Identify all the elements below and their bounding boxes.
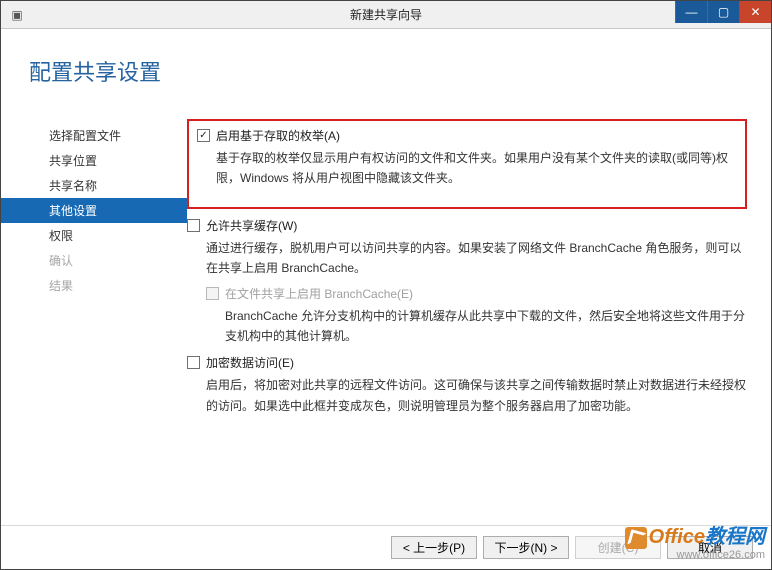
desc-branchcache: BranchCache 允许分支机构中的计算机缓存从此共享中下载的文件，然后安全…	[225, 306, 747, 347]
sidebar-item-name[interactable]: 共享名称	[1, 173, 187, 198]
sidebar-item-permissions[interactable]: 权限	[1, 223, 187, 248]
create-button: 创建(C)	[575, 536, 661, 559]
sidebar-item-confirm: 确认	[1, 248, 187, 273]
option-abe: 启用基于存取的枚举(A) 基于存取的枚举仅显示用户有权访问的文件和文件夹。如果用…	[197, 127, 737, 189]
desc-encrypt: 启用后，将加密对此共享的远程文件访问。这可确保与该共享之间传输数据时禁止对数据进…	[206, 375, 747, 416]
content-area: 配置共享设置 选择配置文件 共享位置 共享名称 其他设置 权限 确认 结果 启用…	[1, 29, 771, 569]
sidebar-item-location[interactable]: 共享位置	[1, 148, 187, 173]
option-branchcache: 在文件共享上启用 BranchCache(E) BranchCache 允许分支…	[206, 285, 747, 347]
page-heading: 配置共享设置	[1, 29, 771, 107]
next-button[interactable]: 下一步(N) >	[483, 536, 569, 559]
checkbox-abe[interactable]	[197, 129, 210, 142]
window-controls: — ▢ ✕	[675, 1, 771, 23]
previous-button[interactable]: < 上一步(P)	[391, 536, 477, 559]
option-encrypt: 加密数据访问(E) 启用后，将加密对此共享的远程文件访问。这可确保与该共享之间传…	[187, 354, 747, 416]
desc-cache: 通过进行缓存，脱机用户可以访问共享的内容。如果安装了网络文件 BranchCac…	[206, 238, 747, 279]
minimize-button[interactable]: —	[675, 1, 707, 23]
close-button[interactable]: ✕	[739, 1, 771, 23]
body: 选择配置文件 共享位置 共享名称 其他设置 权限 确认 结果 启用基于存取的枚举…	[1, 121, 771, 525]
maximize-button[interactable]: ▢	[707, 1, 739, 23]
steps-sidebar: 选择配置文件 共享位置 共享名称 其他设置 权限 确认 结果	[1, 121, 187, 525]
checkbox-branchcache	[206, 287, 219, 300]
settings-panel: 启用基于存取的枚举(A) 基于存取的枚举仅显示用户有权访问的文件和文件夹。如果用…	[187, 121, 771, 525]
titlebar: ▣ 新建共享向导 — ▢ ✕	[1, 1, 771, 29]
label-abe[interactable]: 启用基于存取的枚举(A)	[216, 127, 340, 144]
wizard-window: ▣ 新建共享向导 — ▢ ✕ 配置共享设置 选择配置文件 共享位置 共享名称 其…	[0, 0, 772, 570]
app-icon: ▣	[7, 5, 27, 25]
wizard-footer: < 上一步(P) 下一步(N) > 创建(C) 取消	[1, 525, 771, 569]
desc-abe: 基于存取的枚举仅显示用户有权访问的文件和文件夹。如果用户没有某个文件夹的读取(或…	[216, 148, 737, 189]
sidebar-item-profile[interactable]: 选择配置文件	[1, 123, 187, 148]
label-encrypt[interactable]: 加密数据访问(E)	[206, 354, 294, 371]
sidebar-item-results: 结果	[1, 273, 187, 298]
checkbox-encrypt[interactable]	[187, 356, 200, 369]
window-title: 新建共享向导	[1, 6, 771, 23]
label-cache[interactable]: 允许共享缓存(W)	[206, 217, 297, 234]
cancel-button[interactable]: 取消	[667, 536, 753, 559]
highlight-abe: 启用基于存取的枚举(A) 基于存取的枚举仅显示用户有权访问的文件和文件夹。如果用…	[187, 119, 747, 209]
checkbox-cache[interactable]	[187, 219, 200, 232]
sidebar-item-other-settings[interactable]: 其他设置	[1, 198, 187, 223]
label-branchcache: 在文件共享上启用 BranchCache(E)	[225, 285, 413, 302]
option-cache: 允许共享缓存(W) 通过进行缓存，脱机用户可以访问共享的内容。如果安装了网络文件…	[187, 217, 747, 347]
